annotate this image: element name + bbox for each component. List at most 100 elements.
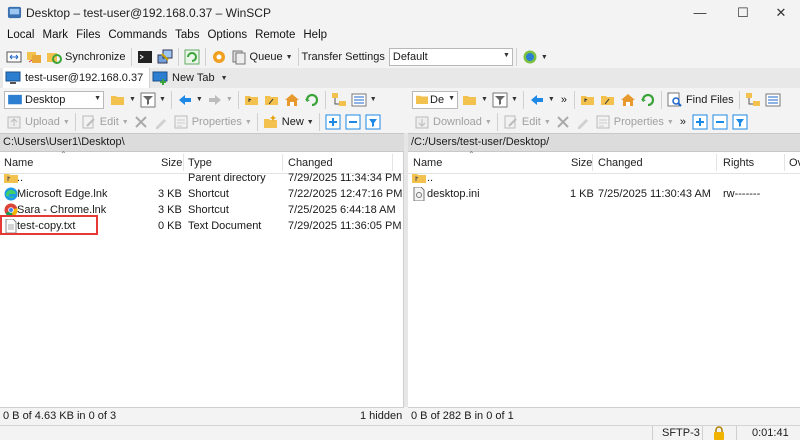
local-filter-button[interactable]: ▼ (138, 90, 168, 110)
remote-path-bar[interactable]: /C:/Users/test-user/Desktop/ (408, 133, 800, 152)
local-drive-select[interactable]: Desktop ▼ (4, 90, 104, 109)
toolbar-separator (318, 113, 320, 131)
local-parent-dir-button[interactable] (242, 90, 262, 110)
table-row[interactable]: .. Parent directory 7/29/2025 11:34:34 P… (0, 171, 403, 187)
find-files-button[interactable]: Find Files (665, 90, 736, 110)
local-refresh-button[interactable] (302, 90, 322, 110)
local-open-dir-button[interactable]: ▼ (108, 90, 138, 110)
compare-dirs-button[interactable] (4, 47, 24, 67)
remote-dir-select[interactable]: De ▼ (412, 90, 458, 109)
local-forward-button[interactable]: ▼ (205, 90, 235, 110)
tab-new[interactable]: New Tab ▼ (148, 68, 232, 88)
remote-col-owner[interactable]: Ov (789, 157, 800, 169)
chevron-down-icon: ▼ (285, 53, 293, 61)
preferences-button[interactable] (209, 47, 229, 67)
minimize-button[interactable]: — (686, 3, 714, 23)
update-button[interactable]: ▼ (520, 47, 550, 67)
local-back-button[interactable]: ▼ (175, 90, 205, 110)
local-delete-button[interactable] (131, 112, 151, 132)
remote-home-dir-button[interactable] (618, 90, 638, 110)
remote-open-dir-button[interactable]: ▼ (460, 90, 490, 110)
remote-address-toolbar: De ▼ ▼ ▼ ▼ » Find Files (412, 89, 783, 110)
local-view-button[interactable]: ▼ (349, 90, 379, 110)
menu-files[interactable]: Files (72, 26, 104, 44)
panel-splitter[interactable] (404, 133, 408, 407)
remote-filter-button[interactable]: ▼ (490, 90, 520, 110)
column-divider[interactable] (784, 154, 785, 171)
local-edit-button[interactable]: Edit ▼ (79, 112, 131, 132)
chevron-down-icon: ▼ (448, 94, 455, 102)
sync-browse-button[interactable] (24, 47, 44, 67)
tab-session[interactable]: test-user@192.168.0.37 (3, 68, 151, 88)
close-button[interactable]: ✕ (767, 3, 795, 23)
putty-button[interactable] (155, 47, 175, 67)
toolbar-overflow-icon[interactable]: » (680, 116, 686, 128)
console-button[interactable] (135, 47, 155, 67)
maximize-button[interactable]: ☐ (729, 3, 757, 23)
local-new-button[interactable]: New ▼ (261, 112, 316, 132)
table-row[interactable]: .. (408, 171, 800, 187)
column-divider[interactable] (716, 154, 717, 171)
remote-view-button[interactable] (763, 90, 783, 110)
remote-edit-button[interactable]: Edit ▼ (501, 112, 553, 132)
table-row[interactable]: desktop.ini 1 KB 7/25/2025 11:30:43 AM r… (408, 187, 800, 203)
download-button[interactable]: Download ▼ (412, 112, 494, 132)
find-files-label: Find Files (685, 93, 734, 106)
local-col-changed[interactable]: Changed (288, 157, 333, 169)
remote-col-size[interactable]: Size (571, 157, 592, 169)
column-divider[interactable] (282, 154, 283, 171)
menu-mark[interactable]: Mark (39, 26, 73, 44)
delete-x-icon (134, 116, 147, 128)
local-status-hidden[interactable]: 1 hidden (360, 408, 402, 425)
menu-remote[interactable]: Remote (251, 26, 299, 44)
local-col-name[interactable]: Name (4, 157, 33, 169)
remote-root-dir-button[interactable] (598, 90, 618, 110)
local-tree-button[interactable] (329, 90, 349, 110)
menu-options[interactable]: Options (203, 26, 251, 44)
column-divider[interactable] (183, 154, 184, 171)
column-divider[interactable] (592, 154, 593, 171)
upload-button[interactable]: Upload ▼ (4, 112, 72, 132)
remote-properties-button[interactable]: Properties ▼ (593, 112, 676, 132)
minus-icon (712, 114, 728, 130)
remote-tree-button[interactable] (743, 90, 763, 110)
remote-col-rights[interactable]: Rights (723, 157, 754, 169)
remote-filter-mark-button[interactable] (730, 112, 750, 132)
menu-local[interactable]: Local (3, 26, 39, 44)
column-divider[interactable] (392, 154, 393, 171)
remote-parent-dir-button[interactable] (578, 90, 598, 110)
local-home-dir-button[interactable] (282, 90, 302, 110)
local-root-dir-button[interactable] (262, 90, 282, 110)
local-properties-button[interactable]: Properties ▼ (171, 112, 254, 132)
local-filter-mark-button[interactable] (363, 112, 383, 132)
toolbar-overflow-icon[interactable]: » (561, 94, 567, 106)
session-time: 0:01:41 (752, 427, 789, 439)
local-deselect-button[interactable] (343, 112, 363, 132)
remote-refresh-button[interactable] (638, 90, 658, 110)
remote-deselect-button[interactable] (710, 112, 730, 132)
parent-folder-icon (580, 95, 594, 105)
remote-back-button[interactable]: ▼ (527, 90, 557, 110)
remote-col-changed[interactable]: Changed (598, 157, 643, 169)
remote-select-all-button[interactable] (690, 112, 710, 132)
tree-view-icon (331, 92, 346, 106)
local-col-type[interactable]: Type (188, 157, 212, 169)
minus-icon (345, 114, 361, 130)
menu-tabs[interactable]: Tabs (171, 26, 203, 44)
table-row[interactable]: Microsoft Edge.lnk 3 KB Shortcut 7/22/20… (0, 187, 403, 203)
menu-commands[interactable]: Commands (104, 26, 171, 44)
refresh-session-button[interactable] (182, 47, 202, 67)
synchronize-button[interactable]: Synchronize (44, 47, 128, 67)
local-select-all-button[interactable] (323, 112, 343, 132)
transfer-settings-select[interactable]: Default ▼ (388, 48, 513, 66)
menu-help[interactable]: Help (299, 26, 331, 44)
remote-rename-button[interactable] (573, 112, 593, 132)
local-col-size[interactable]: Size (161, 157, 182, 169)
queue-button[interactable]: Queue ▼ (229, 47, 295, 67)
queue-icon (232, 50, 246, 65)
details-view-icon (351, 93, 367, 106)
remote-col-name[interactable]: Name (413, 157, 442, 169)
local-rename-button[interactable] (151, 112, 171, 132)
remote-delete-button[interactable] (553, 112, 573, 132)
lock-icon[interactable] (713, 426, 725, 440)
